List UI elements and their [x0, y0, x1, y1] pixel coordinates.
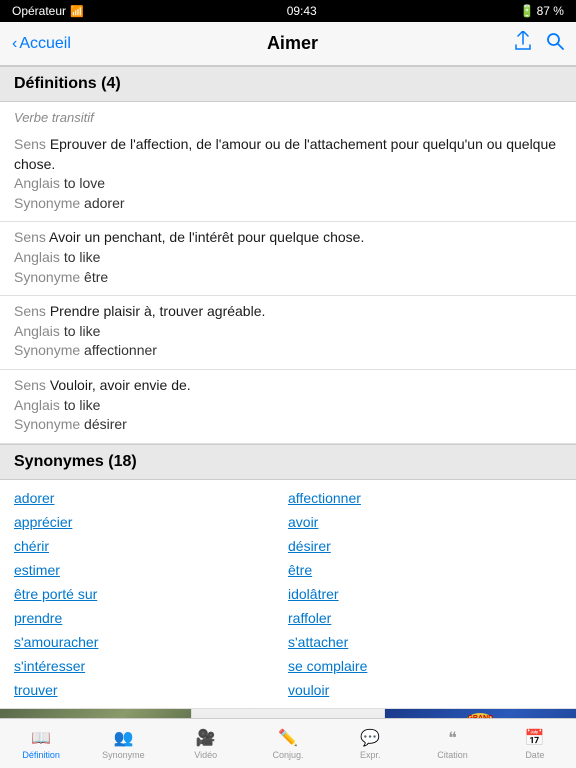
- verb-type: Verbe transitif: [0, 102, 576, 129]
- loto-badge: GRANDLOTODE NOËL: [463, 713, 497, 718]
- nav-actions: [514, 31, 564, 56]
- synonym-avoir[interactable]: avoir: [288, 510, 562, 534]
- synonymes-header: Synonymes (18): [0, 444, 576, 480]
- synonyme-icon: 👥: [113, 728, 133, 748]
- status-left: Opérateur 📶: [12, 4, 84, 18]
- battery-indicator: 🔋 87 %: [520, 4, 564, 18]
- def-2-sens: Sens Avoir un penchant, de l'intérêt pou…: [14, 228, 562, 248]
- ad-military[interactable]: 🎖️ 15 000 postes, plus de 100 spécialité…: [0, 709, 192, 718]
- tab-citation[interactable]: ❝ Citation: [411, 719, 493, 768]
- operator-label: Opérateur: [12, 4, 66, 18]
- def-3-synonyme: Synonyme affectionner: [14, 341, 562, 361]
- synonym-samouracher[interactable]: s'amouracher: [14, 630, 288, 654]
- definitions-header: Définitions (4): [0, 66, 576, 102]
- tab-conjug-label: Conjug.: [272, 750, 303, 760]
- definition-3: Sens Prendre plaisir à, trouver agréable…: [0, 296, 576, 370]
- def-2-anglais: Anglais to like: [14, 248, 562, 268]
- tab-bar: 📖 Définition 👥 Synonyme 🎥 Vidéo ✏️ Conju…: [0, 718, 576, 768]
- synonym-apprecier[interactable]: apprécier: [14, 510, 288, 534]
- synonym-se-complaire[interactable]: se complaire: [288, 654, 562, 678]
- battery-percent: 87 %: [537, 4, 564, 18]
- tab-date-label: Date: [525, 750, 544, 760]
- def-3-sens: Sens Prendre plaisir à, trouver agréable…: [14, 302, 562, 322]
- synonym-sinteresser[interactable]: s'intéresser: [14, 654, 288, 678]
- def-3-anglais: Anglais to like: [14, 322, 562, 342]
- synonym-vouloir[interactable]: vouloir: [288, 678, 562, 702]
- synonym-adorer[interactable]: adorer: [14, 486, 288, 510]
- back-button[interactable]: ‹ Accueil: [12, 35, 71, 53]
- ad-escalier[interactable]: Quel est le prix d'un Monte-Escalier ? F…: [192, 709, 384, 718]
- conjug-icon: ✏️: [278, 728, 298, 748]
- wifi-icon: 📶: [70, 5, 84, 18]
- time-label: 09:43: [287, 4, 317, 18]
- def-1-sens: Sens Eprouver de l'affection, de l'amour…: [14, 135, 562, 174]
- synonym-trouver[interactable]: trouver: [14, 678, 288, 702]
- date-icon: 📅: [525, 728, 545, 748]
- synonyms-grid: adorer affectionner apprécier avoir chér…: [0, 480, 576, 708]
- def-2-synonyme: Synonyme être: [14, 268, 562, 288]
- def-1-synonyme: Synonyme adorer: [14, 194, 562, 214]
- expr-icon: 💬: [360, 728, 380, 748]
- synonym-affectionner[interactable]: affectionner: [288, 486, 562, 510]
- definition-icon: 📖: [31, 728, 51, 748]
- page-title: Aimer: [267, 33, 318, 54]
- ad-escalier-image: [192, 709, 383, 718]
- tab-date[interactable]: 📅 Date: [494, 719, 576, 768]
- def-4-anglais: Anglais to like: [14, 396, 562, 416]
- synonym-etre-porte-sur[interactable]: être porté sur: [14, 582, 288, 606]
- synonym-etre[interactable]: être: [288, 558, 562, 582]
- synonym-sattacher[interactable]: s'attacher: [288, 630, 562, 654]
- definition-4: Sens Vouloir, avoir envie de. Anglais to…: [0, 370, 576, 444]
- def-1-anglais: Anglais to love: [14, 174, 562, 194]
- tab-video[interactable]: 🎥 Vidéo: [165, 719, 247, 768]
- def-4-sens: Sens Vouloir, avoir envie de.: [14, 376, 562, 396]
- battery-icon: 🔋: [520, 4, 535, 18]
- synonym-raffoler[interactable]: raffoler: [288, 606, 562, 630]
- tab-definition-label: Définition: [22, 750, 60, 760]
- tab-conjug[interactable]: ✏️ Conjug.: [247, 719, 329, 768]
- tab-citation-label: Citation: [437, 750, 468, 760]
- back-label: Accueil: [19, 35, 71, 53]
- synonym-cherir[interactable]: chérir: [14, 534, 288, 558]
- tab-video-label: Vidéo: [194, 750, 217, 760]
- definition-1: Sens Eprouver de l'affection, de l'amour…: [0, 129, 576, 222]
- status-bar: Opérateur 📶 09:43 🔋 87 %: [0, 0, 576, 22]
- citation-icon: ❝: [448, 728, 457, 748]
- tab-synonyme-label: Synonyme: [102, 750, 145, 760]
- def-4-synonyme: Synonyme désirer: [14, 415, 562, 435]
- ad-loto-image: GRANDLOTODE NOËL 20Millions € forcément …: [385, 709, 576, 718]
- synonym-prendre[interactable]: prendre: [14, 606, 288, 630]
- ad-loto-visual: GRANDLOTODE NOËL 20Millions € forcément …: [385, 709, 576, 718]
- synonym-idolatrer[interactable]: idolâtrer: [288, 582, 562, 606]
- ad-military-visual: 🎖️: [0, 709, 191, 718]
- tab-definition[interactable]: 📖 Définition: [0, 719, 82, 768]
- share-button[interactable]: [514, 31, 532, 56]
- ad-escalier-visual: [192, 709, 383, 718]
- chevron-left-icon: ‹: [12, 35, 17, 53]
- ad-military-image: 🎖️: [0, 709, 191, 718]
- search-button[interactable]: [546, 32, 564, 55]
- synonym-estimer[interactable]: estimer: [14, 558, 288, 582]
- main-content: Définitions (4) Verbe transitif Sens Epr…: [0, 66, 576, 718]
- synonym-desirer[interactable]: désirer: [288, 534, 562, 558]
- definition-2: Sens Avoir un penchant, de l'intérêt pou…: [0, 222, 576, 296]
- nav-bar: ‹ Accueil Aimer: [0, 22, 576, 66]
- video-icon: 🎥: [196, 728, 216, 748]
- ad-loto[interactable]: GRANDLOTODE NOËL 20Millions € forcément …: [385, 709, 576, 718]
- tab-synonyme[interactable]: 👥 Synonyme: [82, 719, 164, 768]
- tab-expr[interactable]: 💬 Expr.: [329, 719, 411, 768]
- ad-section: 🎖️ 15 000 postes, plus de 100 spécialité…: [0, 708, 576, 718]
- tab-expr-label: Expr.: [360, 750, 381, 760]
